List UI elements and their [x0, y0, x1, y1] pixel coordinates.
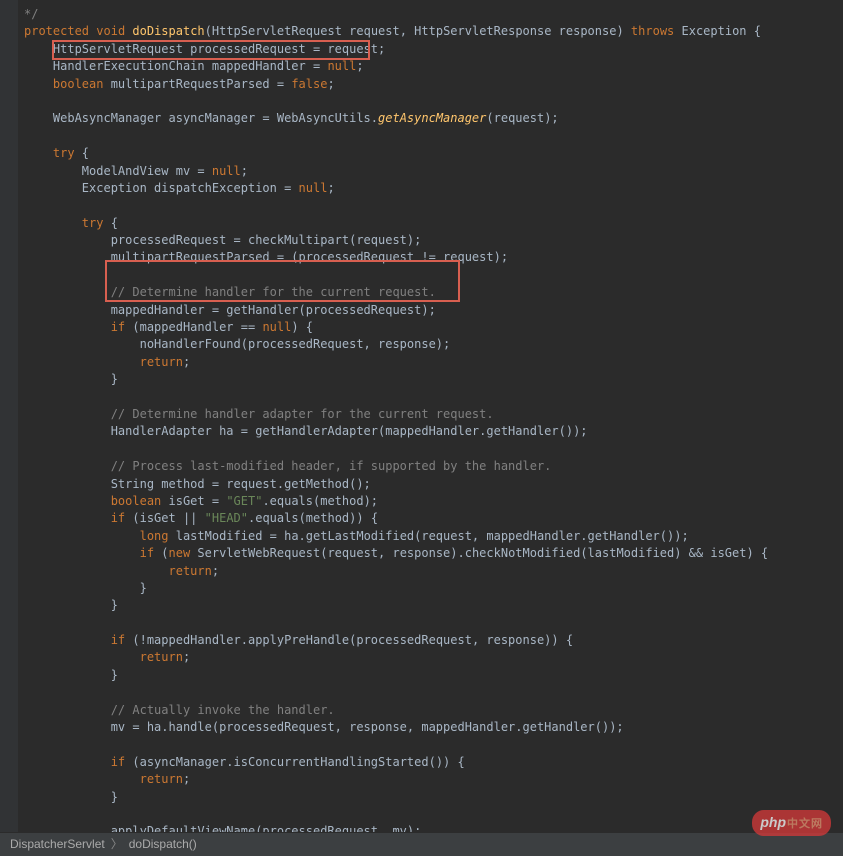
code-token: if — [24, 511, 125, 525]
code-token: Exception { — [674, 24, 761, 38]
code-line: mappedHandler = getHandler(processedRequ… — [24, 303, 436, 317]
code-token: ; — [356, 59, 363, 73]
code-token: ; — [183, 650, 190, 664]
code-token: { — [75, 146, 89, 160]
code-token: try — [24, 216, 103, 230]
code-line: } — [24, 372, 118, 386]
code-token: lastModified = ha.getLastModified(reques… — [169, 529, 689, 543]
code-token: null — [327, 59, 356, 73]
code-token: if — [24, 320, 125, 334]
code-token: boolean — [24, 77, 103, 91]
code-token: false — [291, 77, 327, 91]
code-line: } — [24, 598, 118, 612]
code-line: noHandlerFound(processedRequest, respons… — [24, 337, 450, 351]
code-token: ModelAndView mv = — [24, 164, 212, 178]
code-line: HandlerAdapter ha = getHandlerAdapter(ma… — [24, 424, 588, 438]
code-token: (isGet || — [125, 511, 204, 525]
code-token: ; — [327, 77, 334, 91]
code-editor[interactable]: */ protected void doDispatch(HttpServlet… — [18, 0, 843, 832]
code-token: long — [24, 529, 169, 543]
code-token: ; — [327, 181, 334, 195]
code-token: ( — [154, 546, 168, 560]
code-token: try — [24, 146, 75, 160]
code-line: String method = request.getMethod(); — [24, 477, 371, 491]
code-token: "HEAD" — [205, 511, 248, 525]
code-token: getAsyncManager — [378, 111, 486, 125]
code-line: mv = ha.handle(processedRequest, respons… — [24, 720, 624, 734]
code-line: // Determine handler for the current req… — [24, 285, 436, 299]
code-token: { — [103, 216, 117, 230]
code-token: HandlerExecutionChain mappedHandler = — [24, 59, 327, 73]
code-token: isGet = — [161, 494, 226, 508]
code-token: return — [24, 355, 183, 369]
code-token: throws — [631, 24, 674, 38]
chevron-right-icon: 〉 — [111, 836, 123, 853]
code-token: return — [24, 564, 212, 578]
code-line: processedRequest = checkMultipart(reques… — [24, 233, 421, 247]
code-token: (asyncManager.isConcurrentHandlingStarte… — [125, 755, 465, 769]
code-token: null — [212, 164, 241, 178]
breadcrumb-item[interactable]: doDispatch() — [129, 836, 197, 853]
code-token: .equals(method); — [262, 494, 378, 508]
code-token: doDispatch — [132, 24, 204, 38]
code-token: protected — [24, 24, 89, 38]
code-line: */ — [24, 7, 38, 21]
watermark-sub: 中文网 — [787, 818, 823, 830]
code-token: return — [24, 650, 183, 664]
code-token: new — [169, 546, 191, 560]
code-token: ) { — [291, 320, 313, 334]
code-token: boolean — [24, 494, 161, 508]
code-token: Exception dispatchException = — [24, 181, 299, 195]
breadcrumb-item[interactable]: DispatcherServlet — [10, 836, 105, 853]
code-token: null — [262, 320, 291, 334]
watermark: php中文网 — [752, 810, 831, 836]
code-token: ; — [241, 164, 248, 178]
code-line: } — [24, 790, 118, 804]
code-line: } — [24, 668, 118, 682]
code-line: multipartRequestParsed = (processedReque… — [24, 250, 508, 264]
gutter — [0, 0, 18, 856]
code-token: return — [24, 772, 183, 786]
code-token: (mappedHandler == — [125, 320, 262, 334]
code-token: (!mappedHandler.applyPreHandle(processed… — [125, 633, 573, 647]
code-line: // Determine handler adapter for the cur… — [24, 407, 494, 421]
code-line: } — [24, 581, 147, 595]
code-token: .equals(method)) { — [248, 511, 378, 525]
code-token: (HttpServletRequest request, HttpServlet… — [205, 24, 631, 38]
code-token: multipartRequestParsed = — [103, 77, 291, 91]
code-line: applyDefaultViewName(processedRequest, m… — [24, 824, 421, 832]
code-token: ; — [212, 564, 219, 578]
code-token: "GET" — [226, 494, 262, 508]
code-token: void — [96, 24, 125, 38]
code-token: if — [24, 633, 125, 647]
code-token: ; — [183, 355, 190, 369]
code-token: if — [24, 546, 154, 560]
watermark-main: php — [760, 814, 786, 830]
code-token: if — [24, 755, 125, 769]
code-line: HttpServletRequest processedRequest = re… — [24, 42, 385, 56]
breadcrumb: DispatcherServlet 〉 doDispatch() — [0, 832, 843, 856]
code-token: WebAsyncManager asyncManager = WebAsyncU… — [24, 111, 378, 125]
code-token: null — [299, 181, 328, 195]
code-token: (request); — [486, 111, 558, 125]
code-token: ServletWebRequest(request, response).che… — [190, 546, 768, 560]
code-line: // Process last-modified header, if supp… — [24, 459, 551, 473]
code-token: ; — [183, 772, 190, 786]
code-line: // Actually invoke the handler. — [24, 703, 335, 717]
